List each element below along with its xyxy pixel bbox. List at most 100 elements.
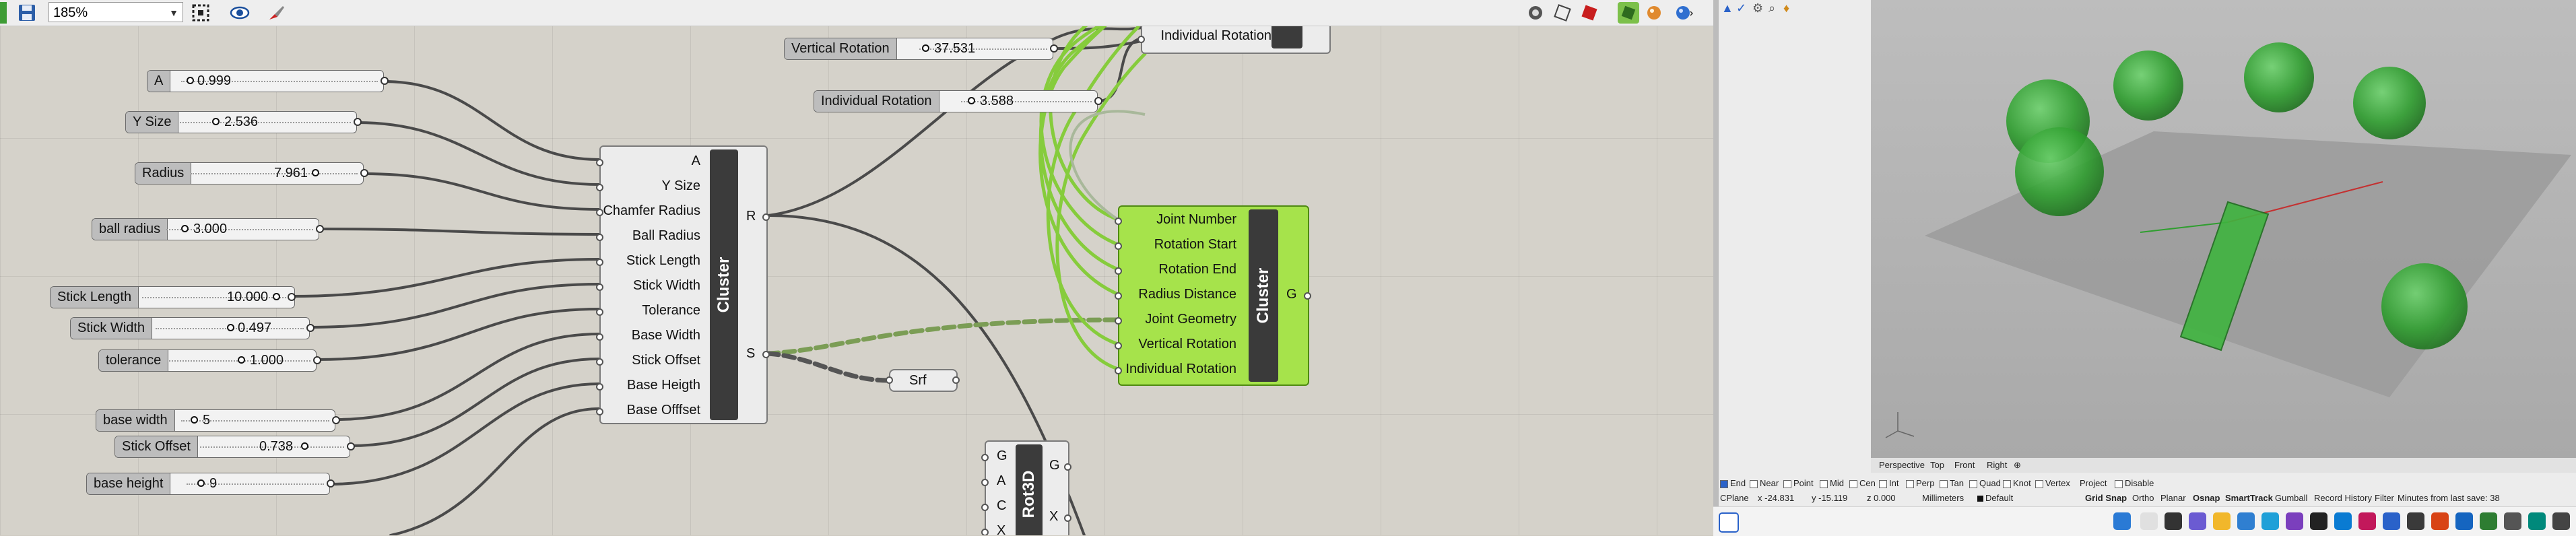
render-sphere-icon[interactable] [1673,2,1694,24]
output-grip[interactable] [1094,97,1102,105]
output-grip[interactable] [332,416,340,424]
slider-handle[interactable] [181,225,189,232]
status-ortho[interactable]: Ortho [2132,493,2154,503]
edge-icon[interactable] [2261,512,2279,530]
osnap-point[interactable]: Point [1783,478,1814,488]
input-pin[interactable] [1115,317,1122,325]
app-icon[interactable] [2528,512,2546,530]
slider-radius[interactable]: Radius 7.961 [135,162,364,185]
status-grid-snap[interactable]: Grid Snap [2085,493,2127,503]
input-pin[interactable] [596,333,603,341]
output-grip[interactable] [306,324,315,332]
osnap-near[interactable]: Near [1750,478,1779,488]
vscode-icon[interactable] [2383,512,2400,530]
checkbox[interactable] [1720,479,1728,488]
input-pin[interactable] [981,479,989,486]
status-filter[interactable]: Filter [2375,493,2394,503]
slider-a[interactable]: A 0.999 [147,70,384,92]
app-icon[interactable] [2480,512,2497,530]
slider-handle[interactable] [312,169,319,176]
osnap-quad[interactable]: Quad [1969,478,2001,488]
input-pin[interactable] [596,259,603,266]
output-grip[interactable] [381,77,389,85]
shaded-preview-icon[interactable] [1579,2,1600,24]
sketch-pattern-icon[interactable] [190,2,211,24]
checkbox[interactable] [1849,479,1857,488]
input-pin[interactable] [886,376,893,384]
slider-vertical-rotation[interactable]: Vertical Rotation 37.531 [784,38,1053,60]
splitter-bar[interactable] [1713,0,1719,535]
checkbox[interactable] [1906,479,1914,488]
input-pin[interactable] [1115,217,1122,225]
slider-handle[interactable] [227,324,234,331]
slider-handle[interactable] [238,356,245,364]
input-pin[interactable] [596,234,603,241]
store-icon[interactable] [2237,512,2255,530]
slider-ball-radius[interactable]: ball radius 3.000 [92,218,319,240]
osnap-int[interactable]: Int [1879,478,1898,488]
osnap-end[interactable]: End [1720,478,1746,488]
widgets-icon[interactable] [1719,512,1739,533]
output-grip[interactable] [316,225,324,233]
zoom-icon[interactable]: ⌕ [1769,1,1775,15]
perspective-viewport[interactable] [1871,0,2576,458]
app-icon[interactable] [2286,512,2303,530]
slider-tolerance[interactable]: tolerance 1.000 [98,349,317,372]
osnap-tan[interactable]: Tan [1940,478,1964,488]
status-planar[interactable]: Planar [2160,493,2186,503]
status-smarttrack[interactable]: SmartTrack [2225,493,2273,503]
checkbox[interactable] [1969,479,1977,488]
osnap-disable[interactable]: Disable [2115,478,2154,488]
slider-handle[interactable] [273,293,280,300]
slider-handle[interactable] [968,97,975,104]
osnap-mid[interactable]: Mid [1820,478,1844,488]
slider-handle[interactable] [922,44,929,52]
cluster-component-green[interactable]: Joint Number Rotation Start Rotation End… [1115,205,1311,386]
output-grip[interactable] [347,442,355,450]
tab-front[interactable]: Front [1954,460,1975,470]
input-pin[interactable] [596,408,603,415]
input-pin[interactable] [1115,242,1122,250]
grasshopper-canvas[interactable]: 185% ▼ A 0.999 Y Size 2.536 Radius 7.961… [0,0,1713,535]
checkbox[interactable] [1783,479,1791,488]
app-icon[interactable] [2552,512,2570,530]
checkbox[interactable] [1879,479,1887,488]
input-pin[interactable] [1115,267,1122,275]
status-osnap[interactable]: Osnap [2193,493,2220,503]
zoom-dropdown[interactable]: 185% ▼ [48,2,183,22]
input-pin[interactable] [596,358,603,366]
output-pin[interactable] [1064,463,1071,471]
osnap-vertex[interactable]: Vertex [2035,478,2070,488]
save-icon[interactable] [16,2,38,24]
rot3d-component[interactable]: G A C X Rot3D G X [981,440,1071,535]
app-icon[interactable] [2334,512,2352,530]
checkbox[interactable] [2115,479,2123,488]
output-grip[interactable] [288,293,296,301]
output-grip[interactable] [313,356,321,364]
input-pin[interactable] [1115,342,1122,349]
app-icon[interactable] [2455,512,2473,530]
status-gumball[interactable]: Gumball [2275,493,2307,503]
input-pin[interactable] [981,529,989,535]
status-record-history[interactable]: Record History [2314,493,2372,503]
green-button-icon[interactable] [0,2,7,24]
start-icon[interactable] [2113,512,2131,530]
teams-icon[interactable] [2189,512,2206,530]
slider-handle[interactable] [197,479,205,487]
app-icon[interactable] [2431,512,2449,530]
osnap-knot[interactable]: Knot [2003,478,2031,488]
check-icon[interactable]: ✓ [1736,1,1746,15]
tool-icon[interactable]: ⚙ [1752,1,1763,15]
checkbox[interactable] [1940,479,1948,488]
slider-stick-offset[interactable]: Stick Offset 0.738 [114,436,350,458]
output-grip[interactable] [1050,44,1058,53]
srf-parameter[interactable]: Srf [886,369,960,392]
input-pin[interactable] [1137,36,1145,43]
app-icon[interactable] [2407,512,2424,530]
input-pin[interactable] [596,383,603,391]
input-pin[interactable] [596,184,603,191]
output-pin[interactable] [1064,514,1071,522]
input-pin[interactable] [981,504,989,511]
input-pin[interactable] [596,209,603,216]
file-explorer-icon[interactable] [2213,512,2231,530]
